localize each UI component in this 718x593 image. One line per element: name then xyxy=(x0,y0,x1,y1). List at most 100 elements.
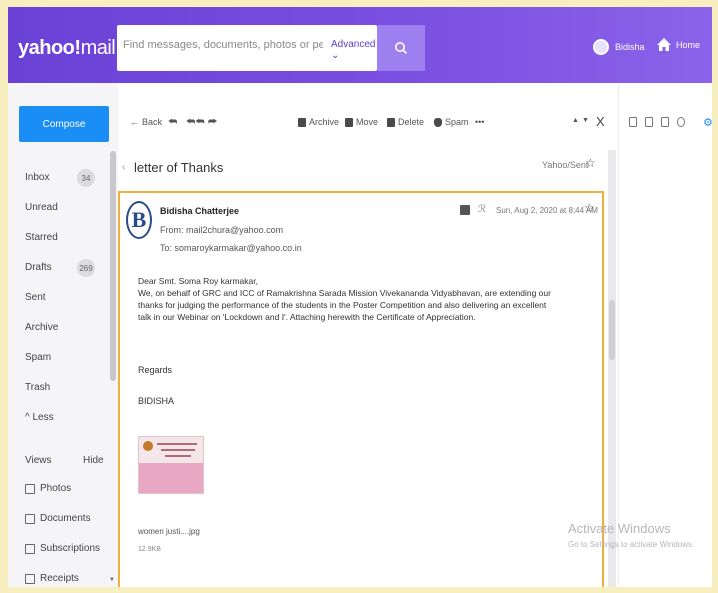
message-subject: letter of Thanks xyxy=(134,160,224,175)
sidebar: Compose Inbox 34 Unread Starred Drafts 269… xyxy=(8,83,118,587)
reply-all-button[interactable]: ⮪⮪ xyxy=(186,117,205,128)
search-input[interactable] xyxy=(123,39,323,51)
shield-icon xyxy=(434,117,442,127)
top-header: yahoo!mail Advanced ⌄ Bidisha Home xyxy=(8,7,712,83)
view-photos[interactable]: Photos xyxy=(25,483,115,513)
search-button[interactable] xyxy=(377,25,425,71)
folder-drafts[interactable]: Drafts 269 xyxy=(25,259,105,289)
archive-button[interactable]: Archive xyxy=(298,117,339,127)
spam-label: Spam xyxy=(445,117,469,127)
message-toolbar: ← Back ⮪ ⮪⮪ ⮫ Archive Move Delete Spam ••… xyxy=(118,83,608,139)
sender-avatar: B xyxy=(126,201,152,239)
watermark-title: Activate Windows xyxy=(568,521,671,536)
move-label: Move xyxy=(356,117,379,127)
home-label: Home xyxy=(676,39,701,50)
hide-views-button[interactable]: Hide xyxy=(83,455,104,466)
folder-label: Sent xyxy=(25,292,46,303)
calendar-icon[interactable] xyxy=(645,117,653,127)
scrollbar-thumb[interactable] xyxy=(609,300,615,360)
folder-list: Inbox 34 Unread Starred Drafts 269 Sent Ar… xyxy=(25,169,105,439)
folder-label: Unread xyxy=(25,202,58,213)
body-paragraph: We, on behalf of GRC and ICC of Ramakris… xyxy=(138,288,551,322)
notepad-icon[interactable] xyxy=(661,117,669,127)
advanced-search-button[interactable]: Advanced ⌄ xyxy=(331,39,377,61)
previous-message-button[interactable]: ▲ xyxy=(572,117,579,124)
home-icon xyxy=(657,38,671,51)
more-actions-button[interactable]: ••• xyxy=(475,117,484,127)
print-icon[interactable] xyxy=(460,205,470,215)
folder-spam[interactable]: Spam xyxy=(25,349,105,379)
folder-starred[interactable]: Starred xyxy=(25,229,105,259)
search-box: Advanced ⌄ xyxy=(117,25,377,71)
greeting: Dear Smt. Soma Roy karmakar, xyxy=(138,276,258,286)
chevron-left-icon[interactable]: ‹ xyxy=(122,162,125,173)
message-body: Dear Smt. Soma Roy karmakar, We, on beha… xyxy=(138,275,558,323)
sidebar-scrollbar[interactable] xyxy=(110,151,116,381)
logo-brand: yahoo! xyxy=(18,37,81,59)
close-button[interactable]: X xyxy=(596,114,605,129)
views-list: Photos Documents Subscriptions Receipts xyxy=(25,483,115,587)
folder-archive[interactable]: Archive xyxy=(25,319,105,349)
message-date: Sun, Aug 2, 2020 at 8:44 AM xyxy=(496,206,598,215)
view-receipts[interactable]: Receipts xyxy=(25,573,115,587)
folder-label: Spam xyxy=(25,352,52,363)
reply-button[interactable]: ⮪ xyxy=(168,117,177,128)
certificate-band xyxy=(139,463,203,493)
delete-button[interactable]: Delete xyxy=(387,117,424,127)
caret-down-icon: ▼ xyxy=(582,117,589,124)
folder-path: Yahoo/Sent xyxy=(542,160,589,170)
from-address: From: mail2chura@yahoo.com xyxy=(160,225,284,235)
forward-button[interactable]: ⮫ xyxy=(208,117,217,128)
back-button[interactable]: ← Back xyxy=(130,117,162,127)
logo-product: mail xyxy=(80,37,116,59)
folder-unread[interactable]: Unread xyxy=(25,199,105,229)
next-message-button[interactable]: ▼ xyxy=(582,117,589,124)
star-icon[interactable]: ☆ xyxy=(584,201,595,215)
paperclip-icon: ℛ xyxy=(478,204,486,215)
folder-sent[interactable]: Sent xyxy=(25,289,105,319)
archive-icon xyxy=(298,117,306,127)
home-link[interactable]: Home xyxy=(656,37,700,52)
avatar xyxy=(593,39,609,55)
subject-row: ‹ letter of Thanks Yahoo/Sent ☆ xyxy=(118,150,608,186)
views-label: Views xyxy=(25,455,52,466)
folder-trash[interactable]: Trash xyxy=(25,379,105,409)
arrow-left-icon: ← xyxy=(130,117,139,127)
attachment-size: 12.9KB xyxy=(138,546,161,553)
view-subscriptions[interactable]: Subscriptions xyxy=(25,543,115,573)
view-label: Receipts xyxy=(40,573,79,584)
reply-all-icon: ⮪⮪ xyxy=(186,117,205,128)
folder-inbox[interactable]: Inbox 34 xyxy=(25,169,105,199)
attachment-thumbnail[interactable] xyxy=(138,436,204,494)
signature: BIDISHA xyxy=(138,396,175,406)
chevron-down-icon: ⌄ xyxy=(331,50,340,61)
subscriptions-icon xyxy=(25,544,35,554)
view-documents[interactable]: Documents xyxy=(25,513,115,543)
contacts-icon[interactable] xyxy=(629,117,637,127)
folder-less-toggle[interactable]: ^ Less xyxy=(25,409,105,439)
search-icon xyxy=(395,42,408,55)
move-button[interactable]: Move xyxy=(345,117,378,127)
archive-label: Archive xyxy=(309,117,340,127)
folder-label: Starred xyxy=(25,232,58,243)
app-window: yahoo!mail Advanced ⌄ Bidisha Home Compo… xyxy=(8,7,712,587)
advanced-label: Advanced xyxy=(331,39,376,50)
gear-icon[interactable]: ⚙ xyxy=(703,116,712,129)
yahoo-mail-logo[interactable]: yahoo!mail xyxy=(18,37,116,60)
attachment-name[interactable]: women justi....jpg xyxy=(138,527,200,536)
compose-button[interactable]: Compose xyxy=(19,106,109,142)
back-label: Back xyxy=(142,117,163,127)
user-menu[interactable]: Bidisha xyxy=(593,39,645,55)
folder-label: ^ Less xyxy=(25,412,54,423)
star-icon[interactable]: ☆ xyxy=(585,156,596,170)
help-icon[interactable] xyxy=(677,117,685,127)
documents-icon xyxy=(25,514,35,524)
view-label: Subscriptions xyxy=(40,543,101,554)
scroll-down-arrow-icon[interactable]: ▼ xyxy=(109,577,115,583)
right-rail: ⚙ xyxy=(618,83,712,587)
draft-count-badge: 269 xyxy=(77,259,95,277)
closing: Regards xyxy=(138,365,173,375)
trash-icon xyxy=(387,117,395,127)
spam-button[interactable]: Spam xyxy=(434,117,469,127)
sender-name[interactable]: Bidisha Chatterjee xyxy=(160,206,239,216)
